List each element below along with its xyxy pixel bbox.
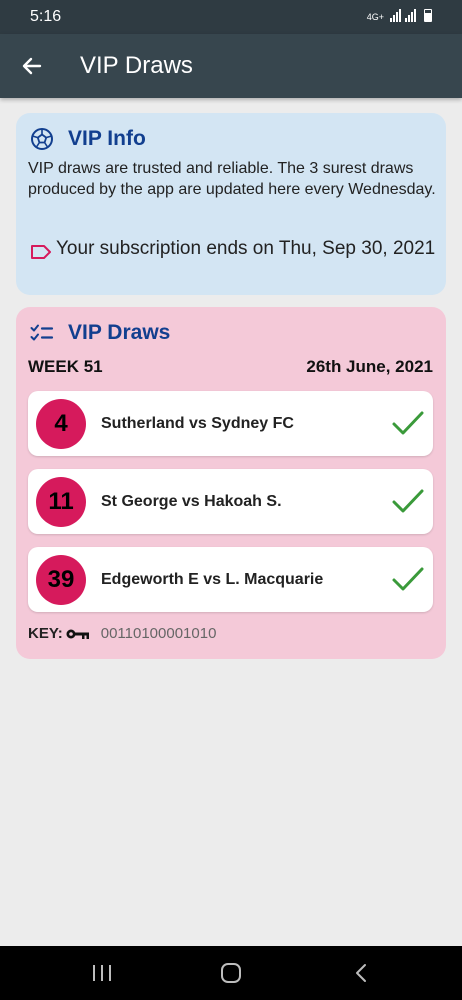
checklist-icon — [30, 324, 54, 341]
recents-icon[interactable] — [91, 964, 113, 982]
match-number-badge: 4 — [36, 399, 86, 449]
match-number-badge: 11 — [36, 477, 86, 527]
subscription-text: Your subscription ends on Thu, Sep 30, 2… — [56, 238, 436, 259]
signal-icon-2 — [405, 8, 416, 22]
match-row[interactable]: 4 Sutherland vs Sydney FC — [28, 391, 433, 456]
vip-info-card: VIP Info VIP draws are trusted and relia… — [16, 113, 446, 295]
match-name: Sutherland vs Sydney FC — [101, 415, 294, 432]
status-icons: 4G+ — [367, 8, 432, 22]
match-row[interactable]: 39 Edgeworth E vs L. Macquarie — [28, 547, 433, 612]
checkmark-icon — [392, 411, 424, 435]
signal-icon — [390, 8, 401, 22]
checkmark-icon — [392, 489, 424, 513]
nav-back-icon[interactable] — [352, 963, 370, 983]
network-type-label: 4G+ — [366, 12, 384, 22]
app-bar: VIP Draws — [0, 34, 462, 98]
battery-icon — [424, 9, 432, 22]
vip-info-description: VIP draws are trusted and reliable. The … — [28, 160, 436, 198]
home-icon[interactable] — [220, 962, 242, 984]
page-title: VIP Draws — [80, 52, 193, 79]
week-label: WEEK 51 — [28, 357, 103, 376]
soccer-ball-icon — [31, 128, 53, 150]
key-icon — [66, 629, 89, 639]
status-bar: 5:16 4G+ — [0, 0, 462, 34]
match-number-badge: 39 — [36, 555, 86, 605]
checkmark-icon — [392, 567, 424, 591]
key-row: KEY: 00110100001010 — [28, 625, 216, 642]
vip-draws-header: VIP Draws — [30, 321, 170, 345]
match-name: St George vs Hakoah S. — [101, 493, 282, 510]
vip-draws-card: VIP Draws WEEK 51 26th June, 2021 4 Suth… — [16, 307, 446, 659]
back-arrow-icon[interactable] — [20, 54, 44, 78]
key-label: KEY: — [28, 625, 63, 642]
label-tag-icon — [31, 245, 51, 259]
system-nav-bar — [0, 946, 462, 1000]
draw-date: 26th June, 2021 — [306, 357, 433, 376]
status-time: 5:16 — [30, 8, 62, 25]
vip-info-title: VIP Info — [68, 127, 146, 150]
match-name: Edgeworth E vs L. Macquarie — [101, 571, 324, 588]
vip-info-header: VIP Info — [30, 127, 146, 151]
key-value: 00110100001010 — [100, 625, 217, 642]
vip-draws-title: VIP Draws — [68, 321, 171, 344]
subscription-row: Your subscription ends on Thu, Sep 30, 2… — [28, 236, 436, 261]
match-row[interactable]: 11 St George vs Hakoah S. — [28, 469, 433, 534]
